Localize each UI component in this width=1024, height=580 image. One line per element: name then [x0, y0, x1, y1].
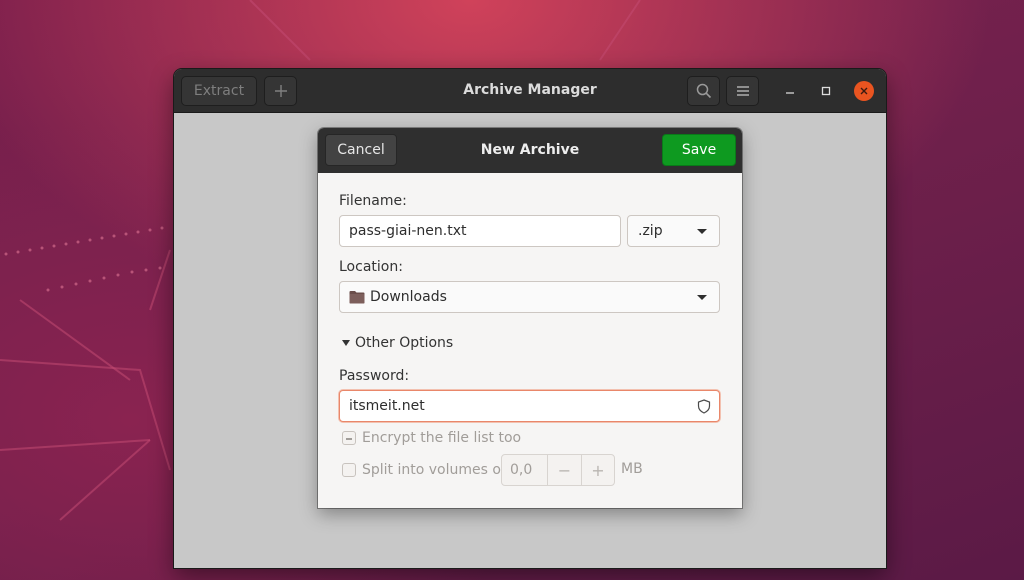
close-icon: [860, 87, 868, 95]
encrypt-checkbox[interactable]: [342, 431, 356, 445]
expander-arrow-icon: [342, 340, 350, 346]
extension-select[interactable]: .zip: [627, 215, 720, 247]
folder-icon: [349, 291, 365, 304]
encrypt-file-list-option[interactable]: Encrypt the file list too: [342, 430, 521, 446]
search-icon: [696, 83, 711, 99]
password-value: itsmeit.net: [349, 398, 425, 414]
password-label: Password:: [339, 368, 410, 384]
split-checkbox[interactable]: [342, 463, 356, 477]
volume-size-spinner[interactable]: 0,0 − +: [501, 454, 615, 486]
decrement-button[interactable]: −: [548, 455, 581, 485]
password-input[interactable]: itsmeit.net: [339, 390, 720, 422]
close-button[interactable]: [854, 81, 874, 101]
filename-label: Filename:: [339, 193, 407, 209]
filename-input[interactable]: pass-giai-nen.txt: [339, 215, 621, 247]
menu-button[interactable]: [726, 76, 759, 106]
split-label: Split into volumes of: [362, 462, 506, 478]
hamburger-menu-icon: [736, 86, 749, 96]
volume-unit-label: MB: [621, 461, 643, 477]
minimize-icon: [786, 92, 794, 94]
location-value: Downloads: [370, 289, 447, 305]
encrypt-label: Encrypt the file list too: [362, 430, 522, 446]
chevron-down-icon: [697, 295, 707, 300]
shield-icon[interactable]: [697, 399, 711, 414]
other-options-expander[interactable]: Other Options: [342, 335, 453, 351]
split-volumes-option[interactable]: Split into volumes of: [342, 462, 506, 478]
search-button[interactable]: [687, 76, 720, 106]
other-options-label: Other Options: [355, 335, 454, 351]
save-button[interactable]: Save: [662, 134, 736, 166]
dialog-header: Cancel New Archive Save: [318, 128, 742, 173]
filename-value: pass-giai-nen.txt: [349, 223, 467, 239]
chevron-down-icon: [697, 229, 707, 234]
headerbar: Extract Archive Manager: [174, 69, 886, 113]
increment-button[interactable]: +: [581, 455, 614, 485]
new-archive-dialog: Cancel New Archive Save Filename: pass-g…: [318, 128, 742, 508]
volume-size-value[interactable]: 0,0: [502, 455, 548, 485]
location-select[interactable]: Downloads: [339, 281, 720, 313]
maximize-icon: [821, 86, 831, 96]
maximize-button[interactable]: [815, 80, 837, 102]
location-label: Location:: [339, 259, 403, 275]
minimize-button[interactable]: [779, 80, 801, 102]
extension-value: .zip: [638, 223, 663, 239]
